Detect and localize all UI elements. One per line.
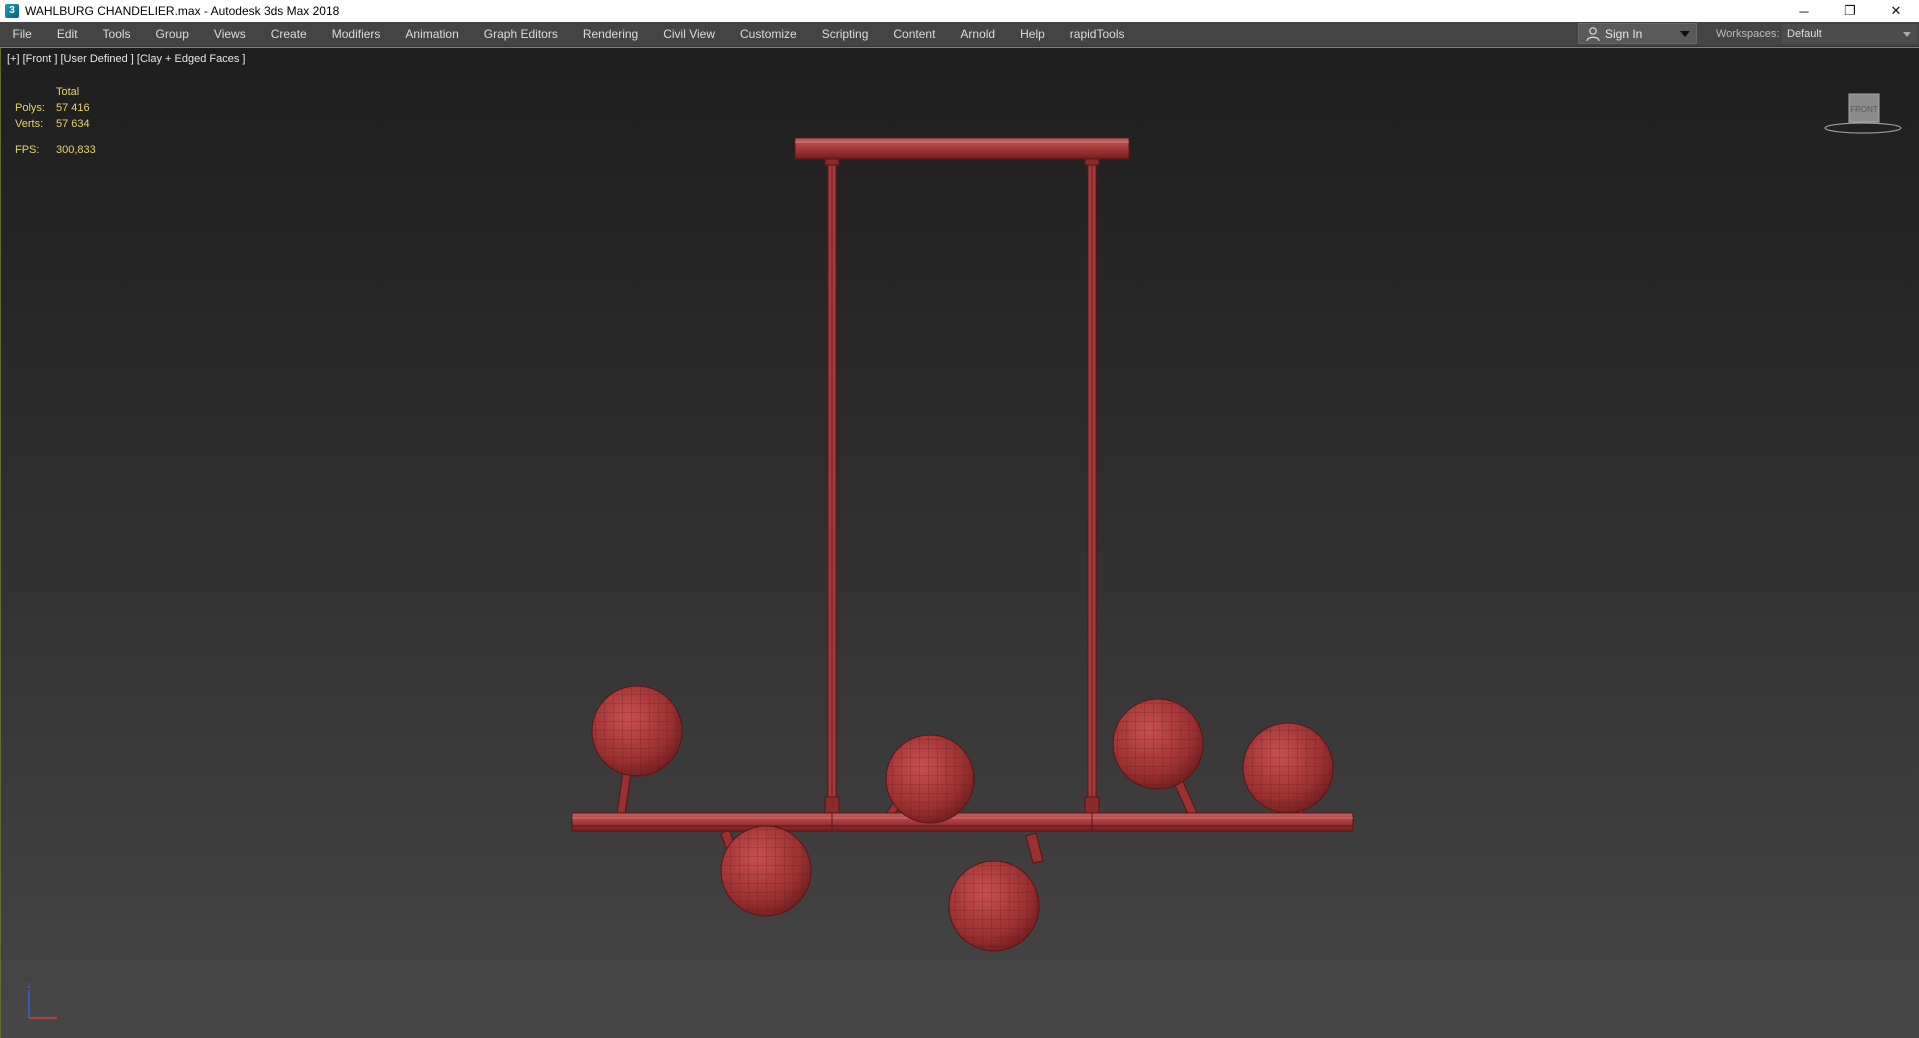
workspace-select[interactable]: Default [1782, 24, 1917, 44]
menu-animation[interactable]: Animation [393, 22, 471, 46]
globe-3[interactable] [1112, 698, 1204, 790]
viewcube-face-label: FRONT [1850, 105, 1878, 114]
title-bar: 3 WAHLBURG CHANDELIER.max - Autodesk 3ds… [0, 0, 1919, 22]
menu-group[interactable]: Group [143, 22, 201, 46]
menu-file[interactable]: File [0, 22, 44, 46]
globe-2[interactable] [885, 734, 975, 824]
menu-content[interactable]: Content [881, 22, 948, 46]
workspace-value: Default [1787, 28, 1822, 40]
menu-rendering[interactable]: Rendering [570, 22, 650, 46]
menu-civil-view[interactable]: Civil View [651, 22, 728, 46]
menu-scripting[interactable]: Scripting [809, 22, 881, 46]
sign-in-label: Sign In [1605, 26, 1643, 41]
chevron-down-icon [1903, 31, 1911, 37]
viewcube-widget[interactable]: FRONT [1823, 86, 1903, 136]
ceiling-canopy[interactable] [794, 137, 1130, 160]
axis-tripod-icon: z [27, 981, 57, 1019]
menu-help[interactable]: Help [1008, 22, 1058, 46]
menu-graph-editors[interactable]: Graph Editors [471, 22, 570, 46]
user-icon [1586, 26, 1600, 41]
chevron-down-icon [1680, 30, 1690, 37]
horizontal-bar[interactable] [571, 812, 1354, 832]
sign-in-dropdown[interactable]: Sign In [1578, 23, 1697, 44]
front-viewport[interactable]: [+] [Front ] [User Defined ] [Clay + Edg… [0, 47, 1919, 1038]
menu-tools[interactable]: Tools [90, 22, 143, 46]
menu-create[interactable]: Create [258, 22, 319, 46]
minimize-button[interactable]: ─ [1781, 0, 1827, 22]
menu-arnold[interactable]: Arnold [948, 22, 1008, 46]
workspaces-label: Workspaces: [1716, 28, 1780, 40]
menu-rapidtools[interactable]: rapidTools [1057, 22, 1137, 46]
globe-5[interactable] [720, 825, 812, 917]
axis-z-label: z [27, 981, 31, 990]
window-title: WAHLBURG CHANDELIER.max - Autodesk 3ds M… [25, 4, 340, 18]
menu-customize[interactable]: Customize [728, 22, 810, 46]
globe-1[interactable] [591, 685, 683, 777]
menu-modifiers[interactable]: Modifiers [319, 22, 393, 46]
globe-4[interactable] [1242, 722, 1334, 814]
chandelier-model[interactable] [1, 48, 1919, 1038]
menu-edit[interactable]: Edit [44, 22, 90, 46]
globe-6[interactable] [948, 860, 1040, 952]
window-controls: ─ ❐ ✕ [1781, 0, 1919, 22]
3dsmax-app-icon[interactable]: 3 [5, 4, 19, 18]
menu-views[interactable]: Views [201, 22, 258, 46]
suspension-rod-left[interactable] [824, 158, 840, 816]
restore-button[interactable]: ❐ [1827, 0, 1873, 22]
close-button[interactable]: ✕ [1873, 0, 1919, 22]
suspension-rod-right[interactable] [1084, 158, 1100, 816]
